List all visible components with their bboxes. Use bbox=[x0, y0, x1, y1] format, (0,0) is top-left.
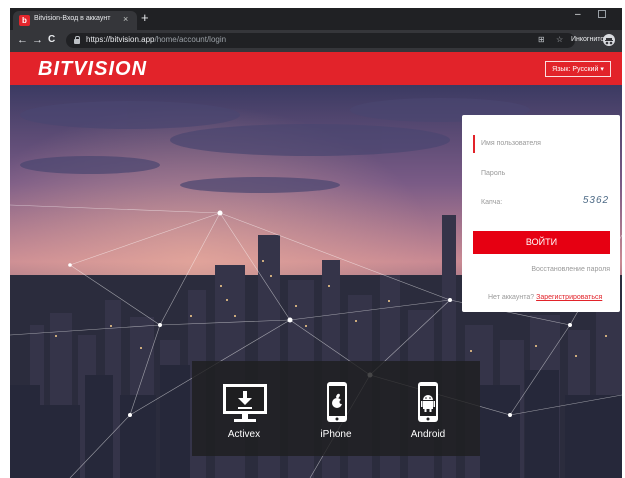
tab-strip: b Bitvision-Вход в аккаунт × + – bbox=[10, 8, 622, 30]
forward-button[interactable]: → bbox=[32, 33, 43, 47]
url-path: /home/account/login bbox=[154, 35, 227, 44]
url-host: https://bitvision.app bbox=[86, 35, 155, 44]
username-placeholder: Имя пользователя bbox=[481, 140, 541, 147]
apple-phone-icon bbox=[327, 382, 347, 422]
language-select-button[interactable]: Язык: Русский ▾ bbox=[545, 61, 611, 77]
address-bar[interactable]: https://bitvision.app/home/account/login… bbox=[66, 33, 575, 48]
language-label: Язык: Русский bbox=[552, 66, 599, 73]
download-label: Activex bbox=[227, 429, 261, 440]
no-account-text: Нет аккаунта? bbox=[488, 294, 535, 301]
new-tab-button[interactable]: + bbox=[141, 10, 149, 26]
maximize-window-button[interactable] bbox=[598, 10, 606, 18]
chevron-down-icon: ▾ bbox=[600, 66, 604, 73]
incognito-icon[interactable] bbox=[603, 34, 615, 46]
favicon-icon: b bbox=[19, 15, 30, 26]
tab-title: Bitvision-Вход в аккаунт bbox=[34, 15, 111, 22]
download-android[interactable]: Android bbox=[382, 361, 474, 456]
close-icon[interactable]: × bbox=[123, 14, 128, 24]
incognito-label: Инкогнито bbox=[571, 36, 605, 43]
url-text[interactable]: https://bitvision.app/home/account/login bbox=[86, 35, 226, 44]
reload-button[interactable]: C bbox=[48, 33, 55, 47]
download-label: iPhone bbox=[320, 429, 352, 440]
download-panel: Activex iPhone Android bbox=[192, 361, 480, 456]
minimize-window-button[interactable]: – bbox=[575, 9, 581, 20]
captcha-input[interactable]: Капча: bbox=[473, 194, 502, 212]
password-input[interactable]: Пароль bbox=[473, 165, 505, 183]
browser-window: b Bitvision-Вход в аккаунт × + – ← → C h… bbox=[10, 8, 622, 478]
captcha-image[interactable]: 5362 bbox=[580, 193, 612, 209]
back-button[interactable]: ← bbox=[17, 33, 28, 47]
bookmark-star-icon[interactable]: ☆ bbox=[556, 35, 563, 44]
download-iphone[interactable]: iPhone bbox=[290, 361, 382, 456]
recover-password-link[interactable]: Восстановление пароля bbox=[531, 266, 610, 273]
android-phone-icon bbox=[418, 382, 438, 422]
site-header: BITVISION Язык: Русский ▾ bbox=[10, 52, 622, 85]
register-link[interactable]: Зарегистрироваться bbox=[536, 294, 602, 301]
captcha-placeholder: Капча: bbox=[481, 199, 503, 206]
bitvision-logo[interactable]: BITVISION bbox=[38, 58, 147, 81]
translate-icon[interactable]: ⊞ bbox=[538, 35, 545, 44]
signup-row: Нет аккаунта? Зарегистрироваться bbox=[488, 294, 602, 301]
download-activex[interactable]: Activex bbox=[198, 361, 290, 456]
monitor-download-icon bbox=[223, 384, 267, 422]
browser-tab[interactable]: b Bitvision-Вход в аккаунт × bbox=[13, 11, 137, 30]
lock-icon bbox=[74, 36, 80, 44]
login-form: Имя пользователя Пароль Капча: 5362 ВОЙТ… bbox=[462, 115, 620, 312]
download-label: Android bbox=[410, 429, 446, 440]
password-placeholder: Пароль bbox=[481, 170, 506, 177]
login-button[interactable]: ВОЙТИ bbox=[473, 231, 610, 254]
username-input[interactable]: Имя пользователя bbox=[473, 135, 541, 153]
browser-toolbar: ← → C https://bitvision.app/home/account… bbox=[10, 30, 622, 52]
